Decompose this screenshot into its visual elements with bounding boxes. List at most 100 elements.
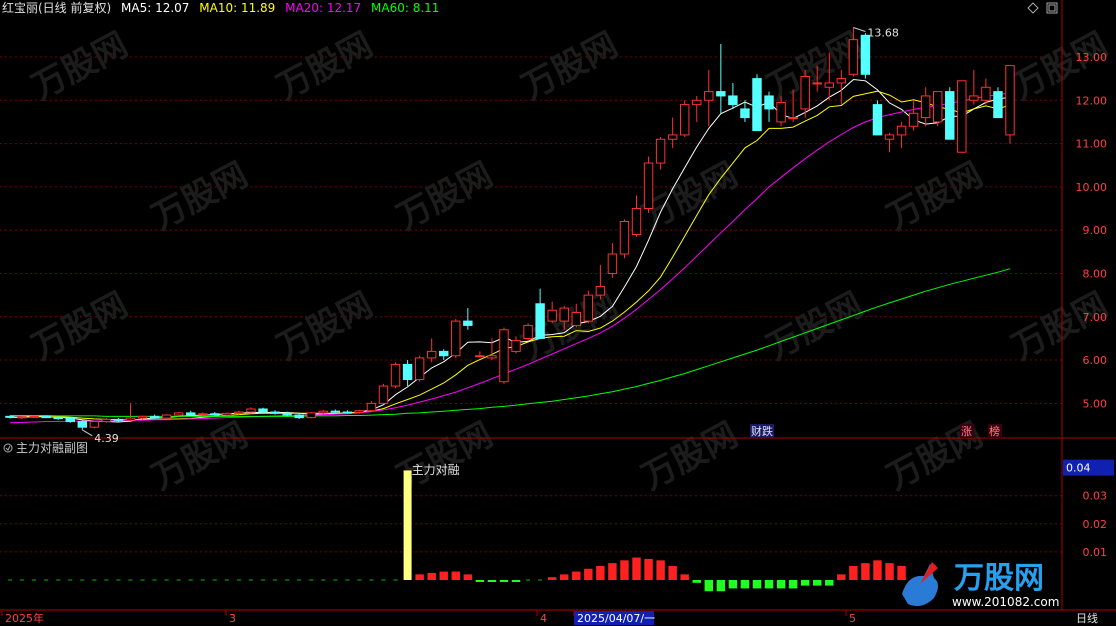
candle-body: [222, 412, 232, 416]
watermark-text: 万股网: [760, 285, 869, 368]
diamond-icon[interactable]: [1027, 2, 1039, 14]
sub-bar: [475, 580, 485, 582]
candle-body: [945, 91, 955, 140]
high-label: 13.68: [867, 27, 899, 40]
sub-bar: [716, 580, 726, 592]
window-icon[interactable]: [1046, 2, 1058, 14]
sub-bar: [487, 580, 497, 582]
sub-bar: [439, 571, 448, 580]
sub-bar: [463, 574, 473, 580]
sub-chart-title: 主力对融副图: [16, 441, 89, 455]
sub-bar: [885, 563, 894, 580]
watermark-text: 万股网: [270, 285, 379, 368]
candle-body: [246, 408, 256, 413]
candle-body: [378, 385, 389, 404]
candle-body: [318, 410, 328, 414]
ma-line-ma20: [9, 92, 1011, 424]
candle-body: [5, 415, 15, 418]
sub-bar: [499, 580, 509, 582]
candle-body: [234, 411, 244, 414]
x-tick-label: 2025/04/07/一: [577, 612, 655, 625]
y-tick-label: 6.00: [1083, 354, 1108, 367]
candle-body: [836, 78, 847, 84]
candle-body: [511, 340, 521, 352]
stock-chart[interactable]: 万股网 万股网 万股网 万股网 万股网万股网 万股网 万股网 万股网万股网 万股网 万股网 万股网万…: [0, 0, 1116, 626]
candle-body: [788, 117, 798, 120]
sub-bar: [547, 577, 557, 580]
sub-bar: [511, 580, 521, 582]
sub-bar: [825, 580, 834, 586]
candle-body: [41, 415, 51, 419]
current-value-label: 0.04: [1066, 462, 1091, 475]
candle-body: [993, 91, 1003, 119]
candle-body: [77, 421, 88, 428]
candle-body: [776, 101, 786, 123]
sub-bar: [644, 558, 653, 580]
x-tick-label: 3: [229, 612, 236, 625]
sub-bar: [596, 565, 605, 580]
low-label: 4.39: [94, 432, 119, 445]
candle-body: [113, 418, 124, 421]
y-tick-label: 8.00: [1083, 267, 1108, 280]
candle-body: [607, 253, 618, 274]
candle-body: [595, 285, 606, 296]
candle-body: [860, 34, 871, 75]
y-tick-label: 12.00: [1076, 94, 1108, 107]
sub-bar: [764, 580, 774, 589]
candle-body: [872, 104, 883, 136]
sub-bar: [752, 580, 762, 589]
candle-body: [402, 363, 413, 381]
y-tick-label: 5.00: [1083, 397, 1108, 410]
candle-body: [210, 413, 220, 416]
candle-body: [800, 75, 810, 110]
sub-bar: [861, 563, 870, 580]
sub-bar: [608, 563, 617, 580]
candle-body: [643, 162, 654, 210]
candle-body: [282, 412, 292, 416]
watermark-text: 万股网: [145, 415, 254, 498]
candle-body: [463, 320, 473, 326]
candle-body: [896, 125, 907, 136]
candle-body: [186, 412, 196, 416]
sub-chart-header: 主力对融副图: [2, 440, 88, 456]
candle-body: [631, 208, 642, 235]
candle-body: [848, 39, 859, 75]
candle-body: [426, 350, 437, 359]
sub-bar: [837, 574, 846, 580]
sub-bar: [584, 568, 593, 580]
sub-bar: [692, 580, 701, 583]
ma-line-ma60: [10, 268, 1011, 417]
watermark-text: 万股网: [635, 415, 744, 498]
y-tick-label: 13.00: [1076, 51, 1108, 64]
ma-lines: [9, 78, 1011, 424]
candle-body: [17, 416, 27, 419]
sub-bar: [788, 580, 798, 589]
sub-bar: [776, 580, 786, 589]
sub-bar: [704, 580, 714, 592]
candle-body: [487, 355, 497, 359]
candle-body: [571, 311, 581, 326]
candle-body: [475, 355, 485, 358]
ma-line-ma10: [9, 90, 1011, 421]
candle-body: [764, 95, 774, 110]
candle-body: [342, 411, 353, 414]
candle-body: [535, 303, 545, 339]
candle-body: [583, 294, 594, 322]
candle-body: [499, 329, 509, 383]
sub-bar: [680, 574, 689, 580]
sub-bar: [873, 560, 882, 580]
candle-body: [716, 91, 726, 97]
sub-bar: [620, 560, 629, 580]
candle-body: [330, 410, 341, 413]
watermark-text: 万股网: [25, 285, 134, 368]
x-tick-label: 4: [540, 612, 547, 625]
candle-body: [173, 412, 184, 416]
y-tick-label: 7.00: [1083, 311, 1108, 324]
candle-body: [439, 350, 449, 357]
candle-body: [692, 99, 702, 106]
event-marker-label: 财跌: [751, 424, 773, 438]
candle-body: [957, 80, 967, 153]
candle-body: [149, 415, 160, 419]
candle-body: [294, 414, 304, 419]
sub-y-tick-label: 0.03: [1083, 490, 1108, 503]
